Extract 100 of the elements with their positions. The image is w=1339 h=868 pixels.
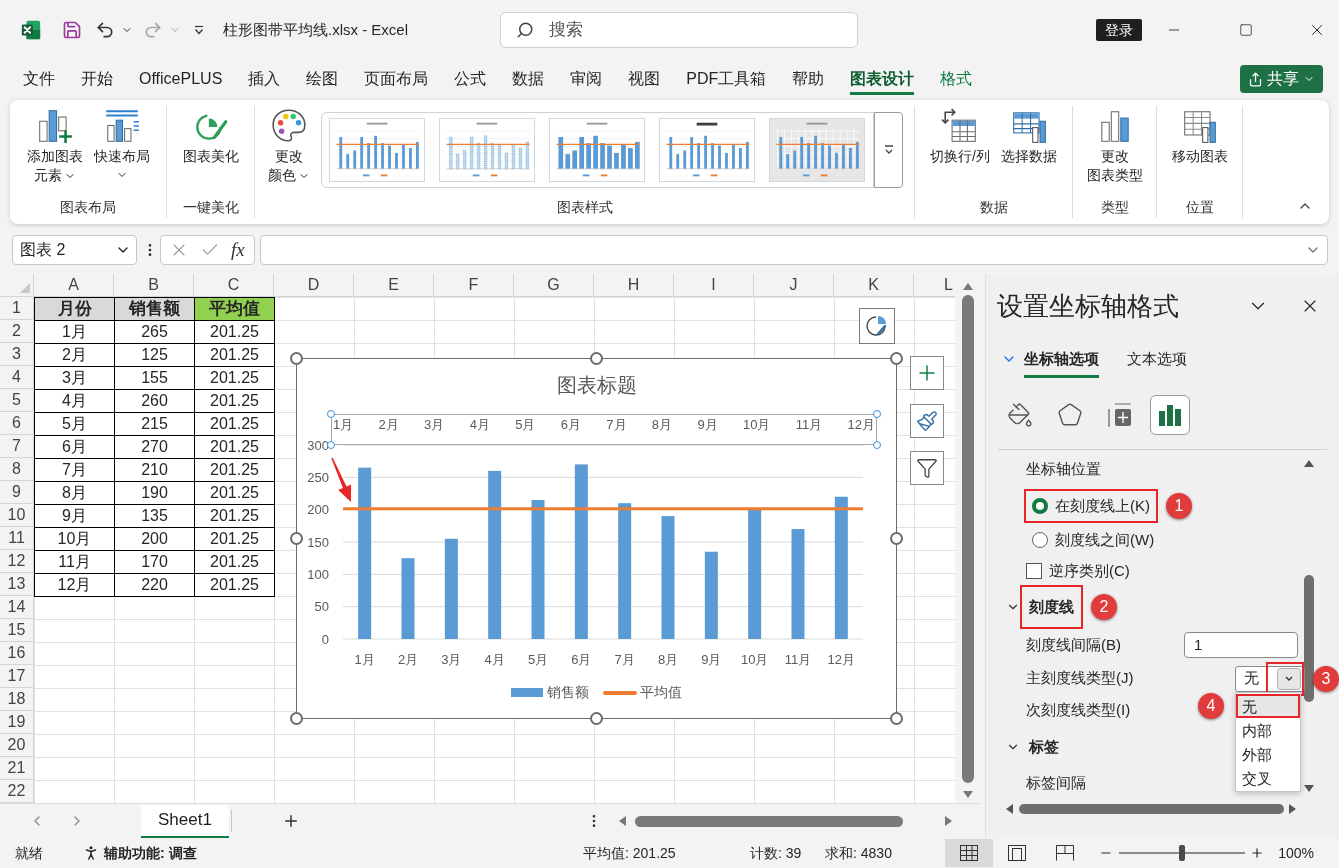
chart-format-button[interactable]	[859, 308, 895, 344]
save-icon[interactable]	[62, 20, 82, 40]
ribbon-button[interactable]: 快速布局	[90, 106, 153, 181]
column-header[interactable]: C	[194, 274, 274, 297]
ribbon-tab[interactable]: 格式	[940, 63, 973, 95]
accessibility-status[interactable]: 辅助功能: 调查	[104, 842, 197, 864]
ribbon-button[interactable]: 更改 颜色	[265, 106, 313, 185]
dropdown-option[interactable]: 无	[1236, 693, 1300, 718]
scrollbar-thumb[interactable]	[635, 815, 903, 827]
row-header[interactable]: 1	[0, 297, 34, 320]
resize-handle[interactable]	[890, 712, 903, 725]
row-header[interactable]: 7	[0, 435, 34, 458]
chart-styles-button[interactable]	[910, 404, 944, 438]
row-header[interactable]: 9	[0, 481, 34, 504]
selection-handle[interactable]	[327, 441, 335, 449]
ribbon-tab[interactable]: 视图	[628, 63, 661, 95]
share-button[interactable]: 共享	[1240, 65, 1323, 93]
top-axis-labels[interactable]: 1月 2月 3月 4月 5月 6月 7月 8月 9月 10月 11月 12月	[331, 414, 877, 445]
chart-filters-button[interactable]	[910, 451, 944, 485]
radio-option[interactable]: 在刻度线上(K)	[1024, 489, 1158, 524]
ribbon-button[interactable]: 添加图表 元素	[23, 106, 86, 185]
ribbon-tab[interactable]: 数据	[512, 63, 545, 95]
formula-input[interactable]	[260, 235, 1328, 265]
ribbon-tab[interactable]: OfficePLUS	[139, 63, 223, 95]
view-button[interactable]	[945, 839, 993, 867]
chart-style-thumbnail[interactable]	[767, 118, 867, 182]
chart-elements-button[interactable]	[910, 356, 944, 390]
row-header[interactable]: 10	[0, 504, 34, 527]
pane-icon-tab[interactable]	[1150, 394, 1190, 435]
zoom-slider-thumb[interactable]	[1179, 845, 1185, 861]
ribbon-button[interactable]: 图表美化	[179, 106, 242, 166]
ribbon-button[interactable]: 选择数据	[997, 106, 1060, 166]
resize-handle[interactable]	[890, 352, 903, 365]
scroll-right-icon[interactable]	[1289, 804, 1296, 814]
scrollbar-thumb[interactable]	[961, 295, 974, 783]
gallery-more-button[interactable]	[874, 112, 903, 188]
section-header[interactable]: 标签	[1020, 724, 1068, 769]
scroll-down-icon[interactable]	[1304, 785, 1314, 792]
ribbon-tab[interactable]: PDF工具箱	[686, 63, 767, 95]
checkbox-icon[interactable]	[1026, 562, 1042, 579]
pane-tab[interactable]: 坐标轴选项	[1024, 340, 1099, 378]
radio-icon[interactable]	[1032, 498, 1048, 515]
ribbon-button[interactable]: 切换行/列	[927, 106, 993, 166]
row-header[interactable]: 4	[0, 366, 34, 389]
row-header[interactable]: 12	[0, 550, 34, 573]
scroll-down-icon[interactable]	[962, 791, 973, 798]
column-header[interactable]: A	[34, 274, 114, 297]
chart-style-thumbnail[interactable]	[547, 118, 647, 182]
selection-handle[interactable]	[327, 410, 335, 418]
ribbon-tab[interactable]: 开始	[81, 63, 113, 95]
selection-handle[interactable]	[873, 410, 881, 418]
number-input[interactable]: 1	[1184, 632, 1298, 659]
row-header[interactable]: 11	[0, 527, 34, 550]
dropdown-option[interactable]: 交叉	[1236, 765, 1300, 790]
scroll-up-icon[interactable]	[1304, 460, 1314, 467]
radio-option[interactable]: 刻度线之间(W)	[1024, 523, 1163, 558]
pane-tab[interactable]: 文本选项	[1127, 340, 1187, 378]
ribbon-tab[interactable]: 审阅	[570, 63, 603, 95]
row-header[interactable]: 8	[0, 458, 34, 481]
scrollbar-thumb[interactable]	[1019, 804, 1284, 814]
selection-handle[interactable]	[873, 441, 881, 449]
row-header[interactable]: 13	[0, 573, 34, 596]
sign-in-button[interactable]: 登录	[1096, 19, 1142, 41]
dropdown-option[interactable]: 外部	[1236, 741, 1300, 766]
chart-style-thumbnail[interactable]	[437, 118, 537, 182]
ribbon-tab[interactable]: 绘图	[306, 63, 339, 95]
ribbon-tab[interactable]: 图表设计	[850, 63, 915, 95]
checkbox-option[interactable]: 逆序类别(C)	[1026, 559, 1130, 583]
column-header[interactable]: B	[114, 274, 194, 297]
ribbon-tab[interactable]: 文件	[23, 63, 55, 95]
chart-area[interactable]: 图表标题 1月 2月 3月 4月 5月 6月 7月 8月 9月 10月 11月 12月 0 50 100 150 200 250 300 1月 2月 3月 4月 5月 6月 7月 8月 9月 10月 11月 12月 销售额 平均值	[296, 358, 897, 719]
ribbon-button[interactable]: 移动图表	[1168, 106, 1231, 166]
ribbon-tab[interactable]: 公式	[454, 63, 487, 95]
insert-function-button[interactable]: fx	[231, 239, 245, 261]
maximize-icon[interactable]	[1239, 23, 1253, 37]
ribbon-tab[interactable]: 页面布局	[364, 63, 429, 95]
ribbon-tab[interactable]: 帮助	[792, 63, 825, 95]
scroll-right-icon[interactable]	[945, 816, 952, 826]
row-header[interactable]: 2	[0, 320, 34, 343]
chart-style-thumbnail[interactable]	[657, 118, 757, 182]
sheet-tab[interactable]: Sheet1	[141, 804, 229, 838]
row-header[interactable]: 3	[0, 343, 34, 366]
chart-style-thumbnail[interactable]	[327, 118, 427, 182]
ribbon-button[interactable]: 更改 图表类型	[1083, 106, 1146, 185]
scroll-up-icon[interactable]	[962, 283, 973, 290]
radio-icon[interactable]	[1032, 532, 1048, 549]
resize-handle[interactable]	[290, 712, 303, 725]
scroll-left-icon[interactable]	[619, 816, 626, 826]
customize-toolbar-icon[interactable]	[193, 24, 205, 36]
name-box[interactable]: 图表 2	[12, 235, 137, 265]
scrollbar-thumb[interactable]	[1304, 575, 1314, 702]
ribbon-tab[interactable]: 插入	[248, 63, 281, 95]
row-header[interactable]: 6	[0, 412, 34, 435]
scroll-left-icon[interactable]	[1006, 804, 1013, 814]
search-field[interactable]: 搜索	[500, 12, 858, 48]
zoom-in-icon[interactable]	[1250, 846, 1264, 860]
section-header[interactable]: 刻度线	[1020, 584, 1083, 629]
undo-icon[interactable]	[95, 20, 115, 40]
row-header[interactable]: 5	[0, 389, 34, 412]
dropdown-option[interactable]: 内部	[1236, 717, 1300, 742]
